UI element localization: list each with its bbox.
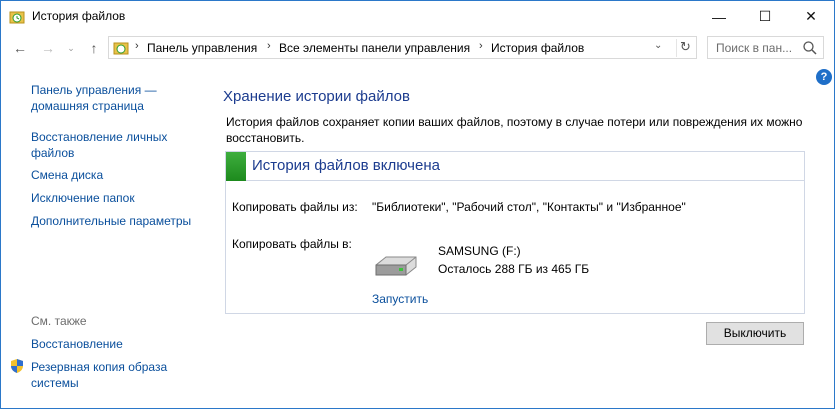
close-button[interactable]: ✕ — [788, 1, 834, 32]
see-also-recovery[interactable]: Восстановление — [31, 336, 206, 352]
address-dropdown-icon[interactable]: ⌄ — [654, 40, 662, 51]
search-icon[interactable] — [802, 40, 818, 56]
page-description: История файлов сохраняет копии ваших фай… — [226, 115, 803, 145]
title-bar: История файлов — ☐ ✕ — [1, 1, 834, 32]
breadcrumb-all-items[interactable]: Все элементы панели управления — [279, 41, 470, 55]
copy-from-label: Копировать файлы из: — [232, 200, 358, 214]
search-box[interactable]: Поиск в пан... — [707, 36, 824, 59]
breadcrumb-separator-icon[interactable]: › — [479, 40, 483, 52]
breadcrumb-separator-icon[interactable]: › — [267, 40, 271, 52]
breadcrumb-control-panel[interactable]: Панель управления — [147, 41, 257, 55]
file-history-app-icon — [9, 9, 25, 25]
window-title: История файлов — [32, 9, 126, 23]
address-bar[interactable]: › Панель управления › Все элементы панел… — [108, 36, 697, 59]
hard-drive-icon — [372, 253, 420, 281]
page-title: Хранение истории файлов — [223, 88, 410, 105]
file-history-window: История файлов — ☐ ✕ ← → ⌄ ↑ › Панель уп… — [0, 0, 835, 409]
drive-name: SAMSUNG (F:) — [438, 244, 521, 258]
up-arrow-icon[interactable]: ↑ — [86, 40, 102, 56]
copy-from-value: "Библиотеки", "Рабочий стол", "Контакты"… — [372, 200, 686, 214]
help-icon[interactable]: ? — [816, 69, 832, 85]
see-also-system-image-backup[interactable]: Резервная копия образа системы — [31, 359, 206, 391]
breadcrumb-separator-icon[interactable]: › — [135, 40, 139, 52]
search-input[interactable]: Поиск в пан... — [716, 41, 792, 55]
breadcrumb-file-history[interactable]: История файлов — [491, 41, 584, 55]
sidebar-item-change-drive[interactable]: Смена диска — [31, 167, 206, 183]
status-title: История файлов включена — [252, 157, 440, 174]
see-also-heading: См. также — [31, 314, 87, 328]
run-now-link[interactable]: Запустить — [372, 292, 428, 306]
control-panel-icon — [113, 40, 129, 56]
recent-locations-chevron-icon[interactable]: ⌄ — [63, 40, 79, 56]
sidebar-item-exclude-folders[interactable]: Исключение папок — [31, 190, 206, 206]
forward-arrow-icon[interactable]: → — [40, 40, 56, 56]
left-pane: Панель управления — домашняя страница Во… — [1, 64, 211, 409]
turn-off-button[interactable]: Выключить — [706, 322, 804, 345]
copy-to-label: Копировать файлы в: — [232, 237, 352, 251]
drive-free-space: Осталось 288 ГБ из 465 ГБ — [438, 262, 590, 276]
refresh-icon[interactable]: ↻ — [676, 39, 694, 57]
maximize-button[interactable]: ☐ — [742, 1, 788, 32]
status-panel-header: История файлов включена — [226, 152, 804, 181]
minimize-button[interactable]: — — [696, 1, 742, 32]
sidebar-item-advanced-settings[interactable]: Дополнительные параметры — [31, 213, 206, 229]
navigation-bar: ← → ⌄ ↑ › Панель управления › Все элемен… — [1, 32, 834, 64]
status-panel: История файлов включена Копировать файлы… — [225, 151, 805, 314]
back-arrow-icon[interactable]: ← — [12, 40, 28, 56]
sidebar-item-control-panel-home[interactable]: Панель управления — домашняя страница — [31, 82, 206, 114]
status-on-indicator — [226, 152, 246, 181]
sidebar-item-restore-files[interactable]: Восстановление личных файлов — [31, 129, 206, 161]
shield-icon — [9, 358, 25, 374]
